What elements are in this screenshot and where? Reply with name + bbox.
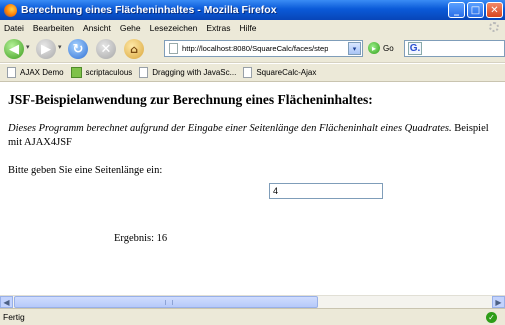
throbber-icon bbox=[489, 22, 499, 32]
bookmark-label: scriptaculous bbox=[85, 68, 133, 77]
page-title: JSF-Beispielanwendung zur Berechnung ein… bbox=[8, 92, 373, 107]
home-icon[interactable]: ⌂ bbox=[124, 39, 144, 59]
go-label: Go bbox=[383, 43, 394, 53]
scroll-right-icon[interactable]: ▶ bbox=[492, 296, 505, 308]
stop-icon[interactable]: ✕ bbox=[96, 39, 116, 59]
maximize-button[interactable]: □ bbox=[467, 2, 484, 18]
menu-bar: Datei Bearbeiten Ansicht Gehe Lesezeiche… bbox=[0, 20, 505, 35]
status-bar: Fertig ✓ bbox=[0, 308, 505, 325]
page-icon bbox=[139, 67, 149, 78]
intro-text: Dieses Programm berechnet aufgrund der E… bbox=[8, 122, 498, 150]
window-controls: _ □ ✕ bbox=[448, 2, 503, 18]
back-icon[interactable]: ◀ bbox=[4, 39, 24, 59]
menu-extras[interactable]: Extras bbox=[206, 23, 230, 33]
url-dropdown-icon[interactable]: ▾ bbox=[348, 42, 361, 55]
page-content: JSF-Beispielanwendung zur Berechnung ein… bbox=[0, 82, 505, 295]
minimize-button[interactable]: _ bbox=[448, 2, 465, 18]
bookmark-dragging[interactable]: Dragging with JavaSc... bbox=[139, 67, 236, 78]
page-icon bbox=[7, 67, 16, 78]
side-length-input[interactable]: 4 bbox=[269, 183, 383, 199]
go-button[interactable]: ▸ Go bbox=[368, 42, 394, 54]
menu-bearbeiten[interactable]: Bearbeiten bbox=[33, 23, 74, 33]
status-check-icon: ✓ bbox=[486, 312, 497, 323]
side-length-label: Bitte geben Sie eine Seitenlänge ein: bbox=[8, 165, 163, 176]
bookmark-squarecalc-ajax[interactable]: SquareCalc-Ajax bbox=[243, 67, 316, 78]
bookmark-label: Dragging with JavaSc... bbox=[152, 68, 237, 77]
reload-icon[interactable]: ↻ bbox=[68, 39, 88, 59]
intro-italic: Dieses Programm berechnet aufgrund der E… bbox=[8, 123, 452, 134]
menu-datei[interactable]: Datei bbox=[4, 23, 24, 33]
navigation-toolbar: ◀ ▾ ▶ ▾ ↻ ✕ ⌂ http://localhost:8080/Squa… bbox=[0, 35, 505, 63]
menu-gehe[interactable]: Gehe bbox=[120, 23, 141, 33]
menu-lesezeichen[interactable]: Lesezeichen bbox=[150, 23, 198, 33]
grip-icon bbox=[165, 300, 173, 305]
back-dropdown-icon[interactable]: ▾ bbox=[26, 43, 30, 51]
result-text: Ergebnis: 16 bbox=[114, 233, 168, 244]
firefox-icon bbox=[4, 3, 17, 17]
page-icon bbox=[169, 43, 178, 54]
url-bar[interactable]: http://localhost:8080/SquareCalc/faces/s… bbox=[164, 40, 363, 57]
horizontal-scrollbar[interactable]: ◀ ▶ bbox=[0, 295, 505, 308]
bookmark-label: AJAX Demo bbox=[20, 68, 64, 77]
bookmark-label: SquareCalc-Ajax bbox=[256, 68, 317, 77]
menu-ansicht[interactable]: Ansicht bbox=[83, 23, 111, 33]
forward-icon[interactable]: ▶ bbox=[36, 39, 56, 59]
scroll-left-icon[interactable]: ◀ bbox=[0, 296, 13, 308]
title-bar: Berechnung eines Flächeninhaltes - Mozil… bbox=[0, 0, 505, 20]
go-icon: ▸ bbox=[368, 42, 380, 54]
page-icon bbox=[243, 67, 253, 78]
bookmark-ajax-demo[interactable]: AJAX Demo bbox=[7, 67, 64, 78]
bookmark-scriptaculous[interactable]: scriptaculous bbox=[70, 67, 133, 78]
close-button[interactable]: ✕ bbox=[486, 2, 503, 18]
forward-dropdown-icon[interactable]: ▾ bbox=[58, 43, 62, 51]
bookmarks-toolbar: AJAX Demo scriptaculous Dragging with Ja… bbox=[0, 64, 505, 82]
google-icon[interactable]: G. bbox=[408, 42, 422, 55]
window-title: Berechnung eines Flächeninhaltes - Mozil… bbox=[21, 4, 277, 16]
url-text: http://localhost:8080/SquareCalc/faces/s… bbox=[182, 44, 329, 53]
status-text: Fertig bbox=[3, 312, 25, 322]
search-box[interactable]: G. bbox=[404, 40, 505, 57]
menu-hilfe[interactable]: Hilfe bbox=[239, 23, 256, 33]
scriptaculous-icon bbox=[70, 67, 82, 78]
scroll-thumb[interactable] bbox=[14, 296, 318, 308]
